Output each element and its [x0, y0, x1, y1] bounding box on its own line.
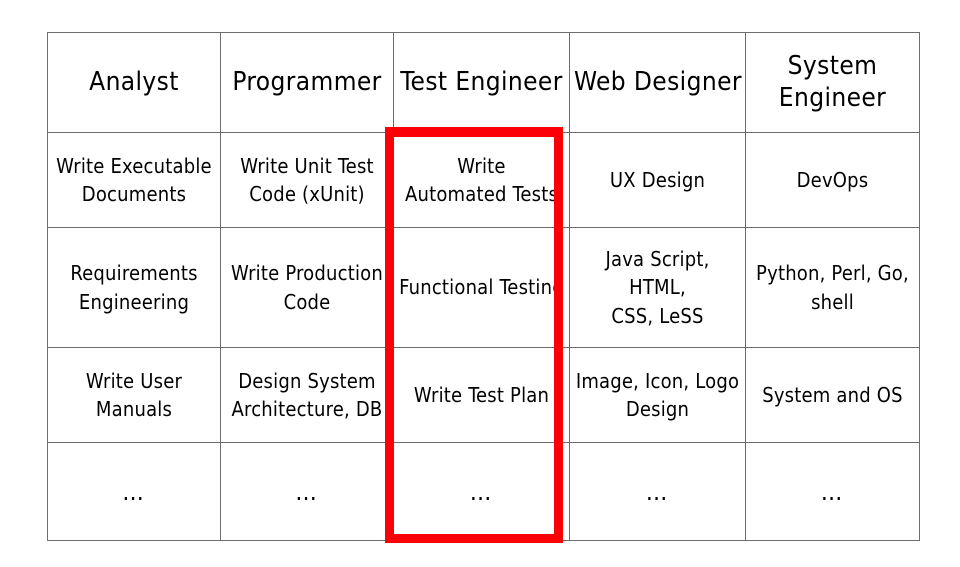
cell-text-line: Documents	[81, 182, 187, 206]
cell-programmer-more: …	[220, 442, 394, 541]
ellipsis-text: …	[469, 477, 494, 506]
cell-text-line: UX Design	[609, 167, 706, 192]
column-header-web-designer-label: Web Designer	[574, 66, 742, 97]
cell-test-engineer-1: Write Automated Tests	[393, 132, 570, 228]
cell-web-designer-3: Image, Icon, Logo Design	[569, 347, 746, 443]
column-header-analyst-label: Analyst	[89, 66, 179, 97]
ellipsis-text: …	[122, 477, 146, 506]
cell-text-line: Design System	[238, 368, 376, 393]
cell-text-line: Manuals	[95, 397, 173, 421]
ellipsis-text: …	[295, 477, 319, 506]
cell-analyst-3: Write User Manuals	[47, 347, 221, 443]
cell-system-engineer-1: DevOps	[745, 132, 920, 228]
cell-programmer-3: Design System Architecture, DB	[220, 347, 394, 443]
table-row: … … … … …	[47, 442, 920, 541]
cell-text-line: Write Executable	[56, 153, 212, 178]
column-header-analyst: Analyst	[47, 32, 221, 133]
cell-web-designer-more: …	[569, 442, 746, 541]
cell-system-engineer-2: Python, Perl, Go, shell	[745, 227, 920, 348]
cell-text-line: Design	[625, 397, 690, 421]
table-row: Write Executable Documents Write Unit Te…	[47, 132, 920, 228]
cell-text-line: Write Production	[231, 261, 383, 286]
table-header-row: Analyst Programmer Test Engineer Web Des…	[47, 32, 920, 133]
cell-text-line: Java Script,	[605, 246, 710, 271]
table-row: Requirements Engineering Write Productio…	[47, 227, 920, 348]
cell-system-engineer-more: …	[745, 442, 920, 541]
cell-text-line: Automated Tests	[404, 182, 559, 206]
cell-test-engineer-2: Functional Testing	[393, 227, 570, 348]
cell-text-line: Architecture, DB	[231, 397, 383, 421]
cell-text-line: HTML,	[629, 275, 686, 300]
cell-text-line: Write Test Plan	[413, 382, 550, 407]
cell-text-line: shell	[811, 289, 854, 314]
cell-text-line: Functional Testing	[399, 275, 564, 300]
cell-text-line: Code	[283, 289, 331, 314]
cell-text-line: System and OS	[762, 382, 903, 407]
cell-system-engineer-3: System and OS	[745, 347, 920, 443]
cell-text-line: Requirements	[70, 261, 198, 286]
cell-web-designer-2: Java Script, HTML, CSS, LeSS	[569, 227, 746, 348]
cell-test-engineer-3: Write Test Plan	[393, 347, 570, 443]
column-header-programmer-label: Programmer	[232, 66, 382, 97]
cell-programmer-2: Write Production Code	[220, 227, 394, 348]
screenshot-canvas: Analyst Programmer Test Engineer Web Des…	[0, 0, 960, 567]
cell-text-line: Write User	[85, 368, 183, 393]
cell-analyst-1: Write Executable Documents	[47, 132, 221, 228]
cell-text-line: Code (xUnit)	[249, 182, 365, 206]
cell-web-designer-1: UX Design	[569, 132, 746, 228]
table-row: Write User Manuals Design System Archite…	[47, 347, 920, 443]
cell-analyst-more: …	[47, 442, 221, 541]
column-header-system-engineer: System Engineer	[745, 32, 920, 133]
cell-text-line: Write Unit Test	[240, 153, 374, 178]
cell-text-line: Engineering	[78, 289, 190, 314]
column-header-test-engineer: Test Engineer	[393, 32, 570, 133]
cell-text-line: Write	[457, 153, 506, 178]
cell-text-line: Image, Icon, Logo	[575, 368, 740, 393]
cell-programmer-1: Write Unit Test Code (xUnit)	[220, 132, 394, 228]
roles-responsibilities-table: Analyst Programmer Test Engineer Web Des…	[47, 32, 920, 541]
cell-text-line: CSS, LeSS	[611, 303, 704, 328]
cell-test-engineer-more: …	[393, 442, 570, 541]
cell-text-line: DevOps	[796, 167, 869, 192]
ellipsis-text: …	[820, 477, 845, 506]
cell-text-line: Python, Perl, Go,	[756, 261, 909, 286]
column-header-web-designer: Web Designer	[569, 32, 746, 133]
column-header-test-engineer-label: Test Engineer	[400, 66, 563, 97]
column-header-system-engineer-label-line2: Engineer	[778, 82, 887, 113]
column-header-programmer: Programmer	[220, 32, 394, 133]
ellipsis-text: …	[645, 477, 670, 506]
cell-analyst-2: Requirements Engineering	[47, 227, 221, 348]
column-header-system-engineer-label-line1: System	[787, 50, 878, 81]
